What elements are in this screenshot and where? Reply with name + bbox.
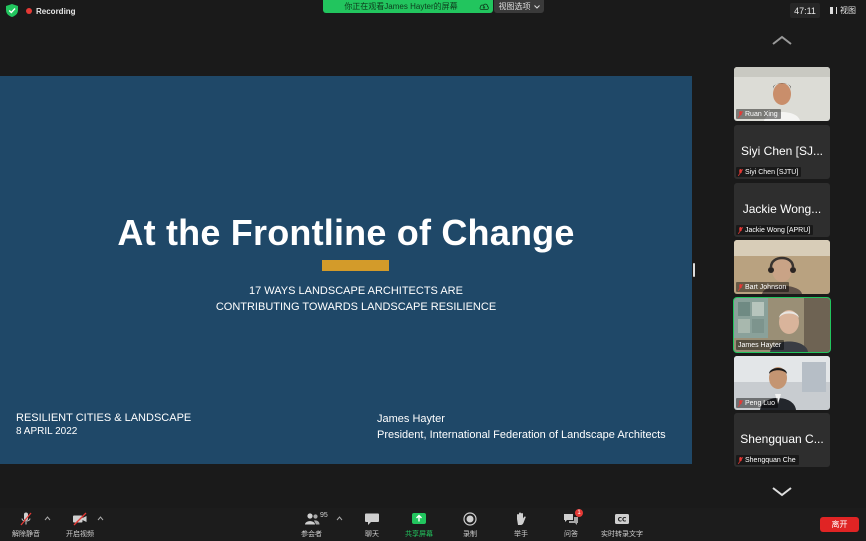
chevron-down-icon [533,4,540,9]
mic-muted-icon [738,110,743,118]
participant-label: Siyi Chen [SJTU] [736,167,802,177]
record-icon [463,512,477,526]
view-options-label: 视图选项 [498,2,531,11]
participant-name: Siyi Chen [SJTU] [745,168,799,176]
top-bar: Recording 你正在观看James Hayter的屏幕 视图选项 47:1… [0,0,866,22]
panel-resize-handle[interactable] [693,263,695,277]
recording-label: Recording [36,6,76,16]
recording-dot-icon [26,8,32,14]
layout-icon [830,7,837,14]
unmute-button[interactable]: 解除静音 [12,512,40,539]
qa-button[interactable]: 1 问答 [563,509,583,539]
slide-event-name: RESILIENT CITIES & LANDSCAPE [16,412,192,424]
scroll-down-chevron-icon[interactable] [771,486,793,498]
raise-hand-icon [517,512,526,525]
mic-muted-icon [738,456,743,464]
participant-name: Jackie Wong [APRU] [745,226,811,234]
security-shield-icon[interactable] [6,4,18,17]
slide-presenter-title: President, International Federation of L… [377,429,666,441]
closed-captions-icon: CC [615,514,629,524]
unmute-label: 解除静音 [12,531,40,538]
participant-label: Jackie Wong [APRU] [736,225,814,235]
participant-tile-james-hayter[interactable]: James Hayter [733,297,831,353]
cc-text: CC [618,517,627,524]
participant-display-name: Shengquan C... [740,432,824,446]
participants-label: 参会者 [301,531,322,538]
slide-subtitle: 17 WAYS LANDSCAPE ARCHITECTS ARE CONTRIB… [0,283,712,315]
qa-label: 问答 [564,531,578,538]
live-transcript-button[interactable]: CC 实时转录文字 [601,512,643,539]
raise-hand-label: 举手 [514,531,528,538]
participant-label: Shengquan Che [736,455,799,465]
participant-label: Ruan Xing [736,109,781,119]
participant-tile-ruan-xing[interactable]: Ruan Xing [734,67,830,121]
cloud-icon[interactable] [479,2,489,11]
participant-name: Shengquan Che [745,456,796,464]
slide-date: 8 APRIL 2022 [16,426,78,437]
participant-label: Peng Luo [736,398,778,408]
mic-muted-icon [738,283,743,291]
raise-hand-button[interactable]: 举手 [513,512,529,539]
live-transcript-label: 实时转录文字 [601,531,643,538]
chat-label: 聊天 [365,531,379,538]
participant-tile-jackie-wong[interactable]: Jackie Wong... Jackie Wong [APRU] [734,183,830,237]
participants-button[interactable]: 参会者 [301,512,322,539]
slide-subtitle-line-2: CONTRIBUTING TOWARDS LANDSCAPE RESILIENC… [215,301,497,313]
slide-presenter-info: James Hayter President, International Fe… [377,411,666,443]
participant-name: Peng Luo [745,399,775,407]
record-button[interactable]: 录制 [462,512,478,539]
share-screen-button[interactable]: 共享屏幕 [405,512,433,539]
audio-options-caret-icon[interactable] [44,516,51,521]
slide-accent-bar [322,260,389,271]
video-off-icon [73,512,87,526]
meeting-toolbar: 解除静音 开启视频 参会者 95 聊天 共享屏幕 录制 举手 1 问答 CC 实… [0,508,866,541]
slide-title: At the Frontline of Change [117,212,575,253]
slide-event-info: RESILIENT CITIES & LANDSCAPE 8 APRIL 202… [16,411,191,439]
chat-button[interactable]: 聊天 [364,512,380,539]
participant-label: Bart Johnson [736,282,790,292]
start-video-label: 开启视频 [66,531,94,538]
participant-tile-bart-johnson[interactable]: Bart Johnson [734,240,830,294]
view-label: 视图 [840,6,856,15]
start-video-button[interactable]: 开启视频 [66,512,94,539]
participant-display-name: Jackie Wong... [742,202,822,216]
mic-muted-icon [738,168,743,176]
mic-muted-icon [738,226,743,234]
share-screen-label: 共享屏幕 [405,531,433,538]
participant-display-name: Siyi Chen [SJ... [740,144,824,158]
video-options-caret-icon[interactable] [97,516,104,521]
mic-muted-icon [20,512,32,526]
participants-options-caret-icon[interactable] [336,516,343,521]
view-options-button[interactable]: 视图选项 [494,0,544,13]
scroll-up-chevron-icon[interactable] [771,34,793,46]
mic-muted-icon [738,399,743,407]
participant-name: Bart Johnson [745,283,787,291]
recording-indicator[interactable]: Recording [26,4,76,18]
view-button[interactable]: 视图 [830,3,856,18]
qa-badge: 1 [575,509,583,517]
slide-presenter-name: James Hayter [377,413,445,425]
participant-name: Ruan Xing [745,110,778,118]
participants-count: 95 [320,512,328,519]
participants-icon [304,513,319,525]
participant-label: James Hayter [736,340,785,350]
record-label: 录制 [463,531,477,538]
viewing-screen-banner: 你正在观看James Hayter的屏幕 [323,0,493,13]
slide-subtitle-line-1: 17 WAYS LANDSCAPE ARCHITECTS ARE [249,285,463,297]
participant-tile-shengquan-che[interactable]: Shengquan C... Shengquan Che [734,413,830,467]
meeting-timer: 47:11 [790,3,820,18]
shared-screen-slide: At the Frontline of Change 17 WAYS LANDS… [0,76,692,464]
chat-icon [365,513,379,525]
share-screen-icon [412,513,426,524]
participant-tile-peng-luo[interactable]: Peng Luo [734,356,830,410]
leave-meeting-button[interactable]: 离开 [820,517,859,532]
participant-name: James Hayter [738,341,782,349]
viewing-screen-text: 你正在观看James Hayter的屏幕 [344,2,458,11]
participant-tile-siyi-chen[interactable]: Siyi Chen [SJ... Siyi Chen [SJTU] [734,125,830,179]
